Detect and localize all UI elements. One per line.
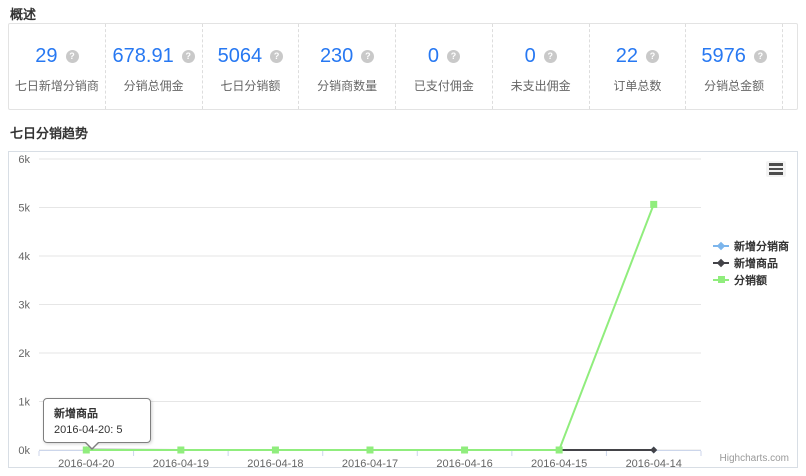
stat-card: 0? 未支出佣金 [493, 24, 590, 109]
stat-card: 0? 已支付佣金 [396, 24, 493, 109]
x-axis-label: 2016-04-18 [247, 458, 303, 467]
stat-label: 已支付佣金 [396, 77, 492, 94]
x-axis-label: 2016-04-17 [342, 458, 398, 467]
help-icon[interactable]: ? [270, 50, 283, 63]
stats-panel: 29? 七日新增分销商 678.91? 分销总佣金 5064? 七日分销额 23… [8, 23, 798, 110]
series-line [86, 204, 653, 450]
stat-label: 分销商数量 [299, 77, 395, 94]
help-icon[interactable]: ? [646, 50, 659, 63]
legend-diamond-icon [713, 241, 729, 251]
stat-value: 5976 [701, 45, 746, 68]
data-point[interactable] [461, 447, 468, 454]
help-icon[interactable]: ? [754, 50, 767, 63]
y-axis-label: 2k [18, 348, 30, 360]
stat-card: 5064? 七日分销额 [203, 24, 300, 109]
y-axis-label: 5k [18, 203, 30, 215]
data-point[interactable] [177, 447, 184, 454]
y-axis-label: 4k [18, 251, 30, 263]
legend-item[interactable]: 新增商品 [713, 255, 789, 270]
data-point[interactable] [367, 447, 374, 454]
y-axis-label: 6k [18, 154, 30, 166]
hamburger-icon [769, 163, 783, 166]
stat-label: 分销总金额 [686, 77, 782, 94]
stat-card: 5976? 分销总金额 [686, 24, 783, 109]
highcharts-credit[interactable]: Highcharts.com [720, 453, 789, 464]
help-icon[interactable]: ? [447, 50, 460, 63]
stat-card: 678.91? 分销总佣金 [106, 24, 203, 109]
stat-value: 29 [35, 45, 57, 68]
x-axis-label: 2016-04-15 [531, 458, 587, 467]
x-axis-label: 2016-04-14 [626, 458, 682, 467]
legend-label: 分销额 [734, 272, 767, 288]
x-axis-label: 2016-04-20 [58, 458, 114, 467]
overview-heading: 概述 [10, 4, 36, 23]
x-axis-label: 2016-04-19 [153, 458, 209, 467]
x-axis-label: 2016-04-16 [436, 458, 492, 467]
trend-chart-heading: 七日分销趋势 [10, 123, 88, 142]
tooltip-value: 2016-04-20: 5 [54, 424, 140, 436]
stat-value: 0 [428, 45, 439, 68]
stat-value: 678.91 [113, 45, 174, 68]
stat-value: 230 [320, 45, 353, 68]
legend-item[interactable]: 新增分销商 [713, 238, 789, 253]
chart-tooltip: 新增商品 2016-04-20: 5 [43, 398, 151, 443]
stat-label: 未支出佣金 [493, 77, 589, 94]
data-point[interactable] [650, 201, 657, 208]
stat-label: 订单总数 [590, 77, 686, 94]
stat-label: 七日新增分销商 [9, 77, 105, 94]
legend-diamond-icon [713, 258, 729, 268]
help-icon[interactable]: ? [182, 50, 195, 63]
tooltip-series-name: 新增商品 [54, 405, 140, 421]
trend-chart-panel: 6k 5k 4k 3k 2k 1k 0k 2016-04-20 2016-04-19 2016-0… [8, 151, 798, 468]
stat-value: 5064 [218, 45, 263, 68]
stat-label: 分销总佣金 [106, 77, 202, 94]
stat-card: 29? 七日新增分销商 [9, 24, 106, 109]
legend-item[interactable]: 分销额 [713, 272, 789, 287]
help-icon[interactable]: ? [544, 50, 557, 63]
data-point[interactable] [650, 447, 657, 454]
stat-card: 230? 分销商数量 [299, 24, 396, 109]
y-axis-label: 3k [18, 300, 30, 312]
stat-value: 0 [525, 45, 536, 68]
data-point[interactable] [272, 447, 279, 454]
legend-square-icon [713, 275, 729, 285]
export-menu-button[interactable] [766, 161, 786, 177]
help-icon[interactable]: ? [361, 50, 374, 63]
stat-card: 22? 订单总数 [590, 24, 687, 109]
stat-label: 七日分销额 [203, 77, 299, 94]
chart-legend: 新增分销商新增商品分销额 [713, 238, 789, 287]
y-axis-label: 1k [18, 397, 30, 409]
legend-label: 新增分销商 [734, 238, 789, 254]
y-axis-label: 0k [18, 445, 30, 457]
help-icon[interactable]: ? [66, 50, 79, 63]
data-point[interactable] [556, 447, 563, 454]
legend-label: 新增商品 [734, 255, 778, 271]
stat-value: 22 [616, 45, 638, 68]
